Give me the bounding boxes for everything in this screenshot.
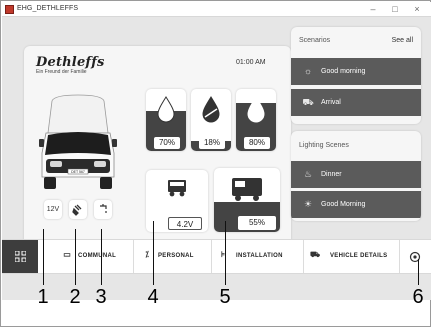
lighting-dinner[interactable]: ♨ Dinner [291,161,421,188]
brand-logo: Dethleffs [36,55,105,70]
settings-gear-icon [409,251,421,263]
license-plate: DET 567 [71,170,85,174]
callout-1: 1 [37,286,49,308]
motorhome-illustration: DET 567 [39,94,117,189]
nav-personal[interactable]: ⁒ PERSONAL [134,240,212,273]
callout-5: 5 [219,286,231,308]
power-plug-button[interactable] [69,200,87,219]
water-tap-icon [100,204,107,213]
living-battery-value: 55% [238,216,276,230]
living-battery-icon [232,178,262,201]
nav-vehicle-details-label: VEHICLE DETAILS [330,253,388,259]
scenario-good-morning[interactable]: ☼ Good morning [291,58,421,85]
nav-settings[interactable] [400,240,430,273]
callout-line-2 [75,229,76,285]
arrival-icon: ⛟ [302,97,314,107]
power-plug-icon [72,204,82,216]
bottom-navigation: ▭ COMMUNAL ⁒ PERSONAL ⊧ INSTALLATION ⛟ V… [2,239,431,274]
grid-icon [15,251,26,262]
waste-water-tile[interactable]: 80% [236,89,276,151]
nav-vehicle-details[interactable]: ⛟ VEHICLE DETAILS [304,240,400,273]
clock: 01:00 AM [236,59,266,66]
grey-water-tile[interactable]: 18% [191,89,231,151]
12v-button[interactable]: 12V [44,200,62,219]
nav-installation-label: INSTALLATION [236,253,283,259]
window-title: EHG_DETHLEFFS [17,5,79,12]
callout-2: 2 [69,286,81,308]
black-water-drop-icon [247,96,265,123]
nav-communal[interactable]: ▭ COMMUNAL [38,240,134,273]
scenario-label: Good morning [321,68,366,75]
callout-line-5 [225,221,226,285]
dashboard-card: Dethleffs Ein Freund der Familie 01:00 A… [24,46,291,245]
lighting-label: Dinner [321,171,342,178]
fresh-water-tile[interactable]: 70% [146,89,186,151]
vehicle-battery-icon [168,180,186,197]
grey-water-level: 18% [199,137,225,149]
vehicle-battery-value: 4.2V [168,217,202,230]
water-drop-icon [157,96,175,123]
nav-communal-label: COMMUNAL [78,253,117,259]
installation-icon: ⊧ [220,250,226,259]
lighting-label: Good Morning [321,201,366,208]
nav-personal-label: PERSONAL [158,253,194,259]
waste-water-level: 80% [244,137,270,149]
callout-6: 6 [412,286,424,308]
sunrise-icon: ☼ [303,66,313,76]
personal-icon: ⁒ [145,250,149,259]
scenarios-card: Scenarios See all ☼ Good morning ⛟ Arriv… [291,27,421,124]
vehicle-battery-tile[interactable]: 4.2V [146,170,208,232]
maximize-button[interactable]: □ [384,3,406,16]
see-all-link[interactable]: See all [392,37,413,44]
dinner-light-icon: ♨ [303,169,313,179]
living-battery-tile[interactable]: 55% [214,168,280,232]
brand-tagline: Ein Freund der Familie [36,69,87,75]
title-bar: EHG_DETHLEFFS – □ × [2,2,431,17]
app-icon [5,5,14,14]
scenario-label: Arrival [321,99,341,106]
callout-4: 4 [147,286,159,308]
home-button[interactable] [2,240,38,273]
morning-light-icon: ☀ [303,199,313,209]
lighting-title: Lighting Scenes [299,142,349,149]
minimize-button[interactable]: – [362,3,384,16]
close-button[interactable]: × [406,3,428,16]
callout-line-6 [418,259,419,285]
callout-3: 3 [95,286,107,308]
callout-line-4 [153,221,154,285]
vehicle-details-icon: ⛟ [309,250,321,259]
communal-icon: ▭ [63,250,71,259]
lighting-good-morning[interactable]: ☀ Good Morning [291,191,421,218]
application-window: EHG_DETHLEFFS – □ × Dethleffs Ein Freund… [0,0,431,327]
scenarios-title: Scenarios [299,37,331,44]
fresh-water-level: 70% [154,137,180,149]
lighting-scenes-card: Lighting Scenes ♨ Dinner ☀ Good Morning [291,131,421,221]
water-pump-button[interactable] [94,200,112,219]
scenario-arrival[interactable]: ⛟ Arrival [291,89,421,116]
callout-line-1 [43,229,44,285]
callout-line-3 [101,229,102,285]
